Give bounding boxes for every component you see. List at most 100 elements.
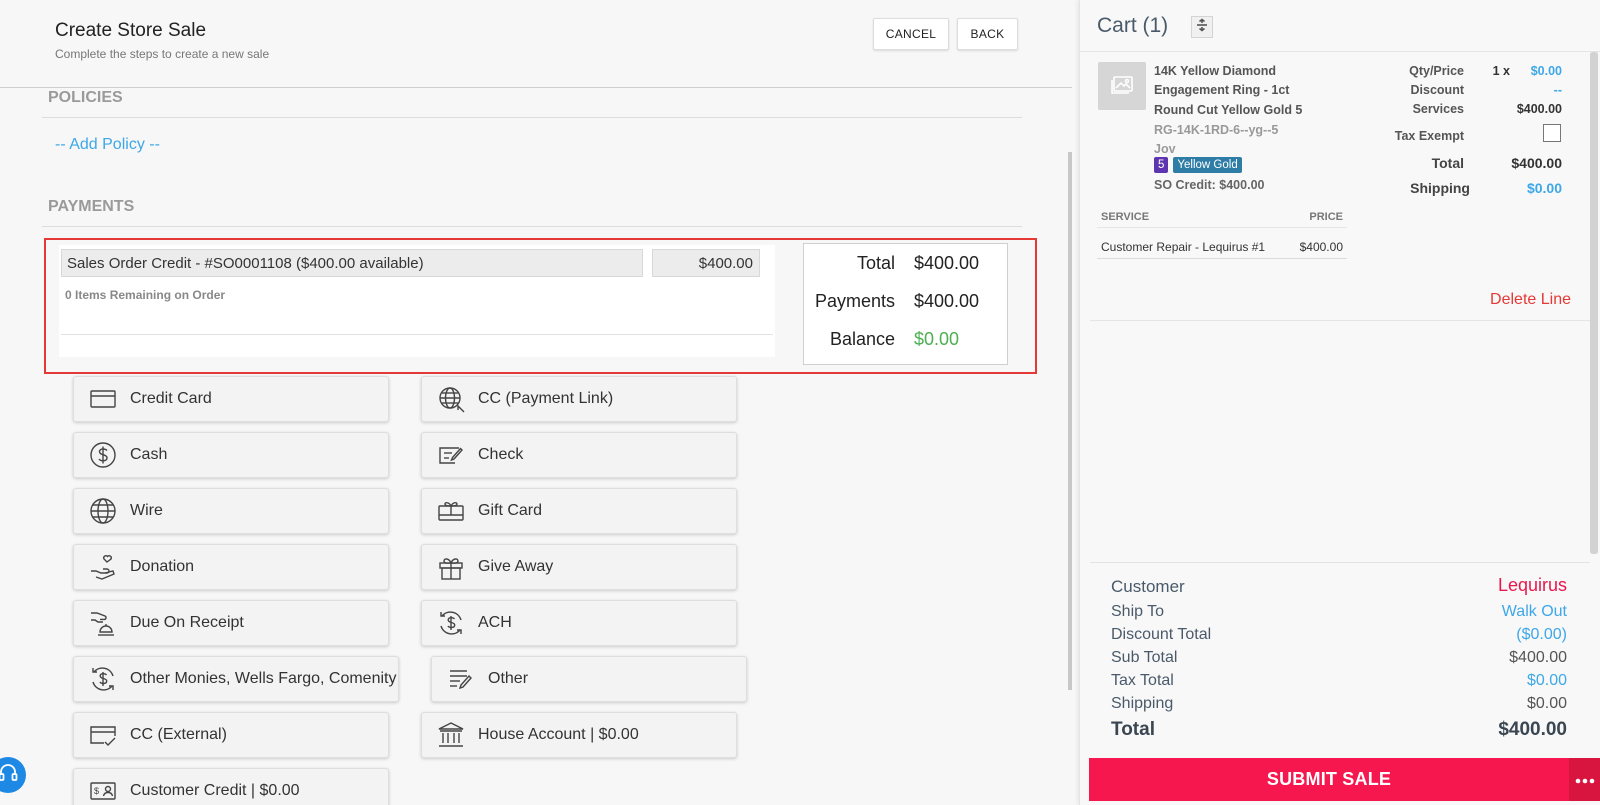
item-sku-code: RG-14K-1RD-6--yg--5	[1154, 123, 1279, 137]
payment-method-house-account[interactable]: House Account | $0.00	[421, 712, 737, 758]
image-placeholder-icon	[1109, 71, 1135, 102]
qty-value: 1 x	[1492, 64, 1510, 78]
add-policy-link[interactable]: -- Add Policy --	[55, 136, 160, 154]
policies-section-title: POLICIES	[48, 89, 123, 106]
customer-value[interactable]: Lequirus	[1498, 575, 1567, 596]
size-badge: 5	[1154, 157, 1169, 173]
payment-line-name: Sales Order Credit - #SO0001108 ($400.00…	[61, 249, 643, 277]
delete-line-button[interactable]: Delete Line	[1490, 291, 1571, 309]
collapse-toggle-button[interactable]	[1191, 16, 1213, 38]
page-subtitle: Complete the steps to create a new sale	[55, 47, 270, 61]
totals-total-value: $400.00	[914, 253, 980, 273]
cart-scrollbar[interactable]	[1590, 52, 1598, 554]
discount-label: Discount	[1410, 83, 1464, 97]
service-column-header: SERVICE	[1101, 211, 1150, 223]
payment-method-label: ACH	[478, 614, 512, 631]
payment-method-other-monies[interactable]: Other Monies, Wells Fargo, Comenity	[73, 656, 399, 702]
discount-value[interactable]: --	[1500, 83, 1562, 97]
payment-method-label: Donation	[130, 558, 195, 575]
cart-panel: Cart (1) 14K Yellow Diamond Engagement R…	[1079, 0, 1600, 805]
order-summary: Customer Lequirus Ship To Walk Out Disco…	[1090, 562, 1590, 755]
dollar-cycle-icon	[436, 608, 466, 638]
payment-method-label: Customer Credit | $0.00	[130, 782, 300, 799]
payment-method-other[interactable]: Other	[431, 656, 747, 702]
cancel-button[interactable]: CANCEL	[873, 18, 949, 50]
more-dots-icon	[1575, 771, 1595, 789]
id-card-icon: $	[88, 776, 118, 805]
payment-method-label: Other Monies, Wells Fargo, Comenity	[130, 670, 397, 687]
back-button[interactable]: BACK	[957, 18, 1018, 50]
payment-method-donation[interactable]: Donation	[73, 544, 389, 590]
totals-total-row: Total $400.00	[804, 249, 1009, 279]
globe-link-icon	[436, 384, 466, 414]
service-name: Customer Repair - Lequirus #1	[1101, 240, 1266, 254]
payment-method-label: Cash	[130, 446, 168, 463]
payment-totals: Total $400.00 Payments $400.00 Balance $…	[803, 243, 1008, 365]
totals-balance-value: $0.00	[914, 329, 960, 349]
payment-method-cash[interactable]: Cash	[73, 432, 389, 478]
price-column-header: PRICE	[1309, 211, 1343, 223]
totals-payments-value: $400.00	[914, 291, 980, 311]
more-options-button[interactable]	[1569, 758, 1600, 801]
payment-line: Sales Order Credit - #SO0001108 ($400.00…	[59, 245, 775, 357]
services-table-header: SERVICE PRICE	[1097, 208, 1347, 228]
payment-line-divider	[61, 334, 773, 335]
card-check-icon	[88, 720, 118, 750]
shipping-value: $0.00	[1526, 695, 1567, 712]
dollar-circle-icon	[88, 440, 118, 470]
payment-method-due-on-receipt[interactable]: Due On Receipt	[73, 600, 389, 646]
payment-method-gift-card[interactable]: Gift Card	[421, 488, 737, 534]
tax-total-value[interactable]: $0.00	[1527, 672, 1567, 690]
item-thumbnail[interactable]	[1098, 62, 1146, 110]
hand-bell-icon	[88, 608, 118, 638]
table-row[interactable]: Customer Repair - Lequirus #1 $400.00	[1097, 234, 1347, 259]
payments-section-title: PAYMENTS	[48, 198, 135, 215]
item-shipping-value[interactable]: $0.00	[1480, 180, 1562, 196]
totals-payments-row: Payments $400.00	[804, 287, 1009, 317]
services-value: $400.00	[1516, 102, 1562, 116]
payment-method-label: Gift Card	[478, 502, 543, 519]
payment-method-cc-external[interactable]: CC (External)	[73, 712, 389, 758]
payment-method-cc-payment-link[interactable]: CC (Payment Link)	[421, 376, 737, 422]
totals-total-label: Total	[856, 253, 895, 273]
payment-method-label: Check	[478, 446, 524, 463]
discount-total-value[interactable]: ($0.00)	[1516, 626, 1567, 644]
tax-exempt-checkbox[interactable]	[1543, 124, 1561, 142]
item-name[interactable]: 14K Yellow Diamond Engagement Ring - 1ct…	[1154, 62, 1329, 120]
credit-card-icon	[88, 384, 118, 414]
cart-header: Cart (1)	[1080, 0, 1600, 52]
ship-to-value[interactable]: Walk Out	[1502, 603, 1567, 621]
main-scrollbar[interactable]	[1068, 152, 1072, 690]
payment-method-label: Other	[488, 670, 529, 687]
payment-method-customer-credit[interactable]: $ Customer Credit | $0.00	[73, 768, 389, 805]
payment-method-wire[interactable]: Wire	[73, 488, 389, 534]
payment-method-label: Wire	[130, 502, 163, 519]
sub-total-value: $400.00	[1509, 649, 1567, 666]
payment-method-check[interactable]: Check	[421, 432, 737, 478]
price-value[interactable]: $0.00	[1510, 64, 1562, 78]
payment-method-credit-card[interactable]: Credit Card	[73, 376, 389, 422]
page-title: Create Store Sale	[55, 20, 207, 41]
payment-method-label: Give Away	[478, 558, 554, 575]
payment-method-give-away[interactable]: Give Away	[421, 544, 737, 590]
payment-line-amount[interactable]: $400.00	[652, 249, 760, 277]
qty-price-label: Qty/Price	[1409, 64, 1464, 78]
payment-method-ach[interactable]: ACH	[421, 600, 737, 646]
grand-total-value: $400.00	[1498, 719, 1567, 740]
ship-to-label: Ship To	[1111, 603, 1165, 620]
item-total-label: Total	[1431, 155, 1464, 171]
gift-card-icon	[436, 496, 466, 526]
globe-icon	[88, 496, 118, 526]
support-chat-button[interactable]	[0, 757, 26, 793]
payment-method-label: CC (Payment Link)	[478, 390, 614, 407]
totals-payments-label: Payments	[814, 291, 895, 311]
page-header: Create Store Sale Complete the steps to …	[0, 0, 1072, 88]
discount-total-label: Discount Total	[1111, 626, 1212, 643]
sub-total-label: Sub Total	[1111, 649, 1178, 666]
submit-sale-button[interactable]: SUBMIT SALE	[1089, 758, 1569, 801]
tax-exempt-label: Tax Exempt	[1394, 129, 1464, 143]
item-total-value: $400.00	[1511, 155, 1562, 171]
totals-balance-row: Balance $0.00	[804, 325, 1009, 355]
totals-balance-label: Balance	[829, 329, 895, 349]
customer-label: Customer	[1111, 577, 1185, 596]
